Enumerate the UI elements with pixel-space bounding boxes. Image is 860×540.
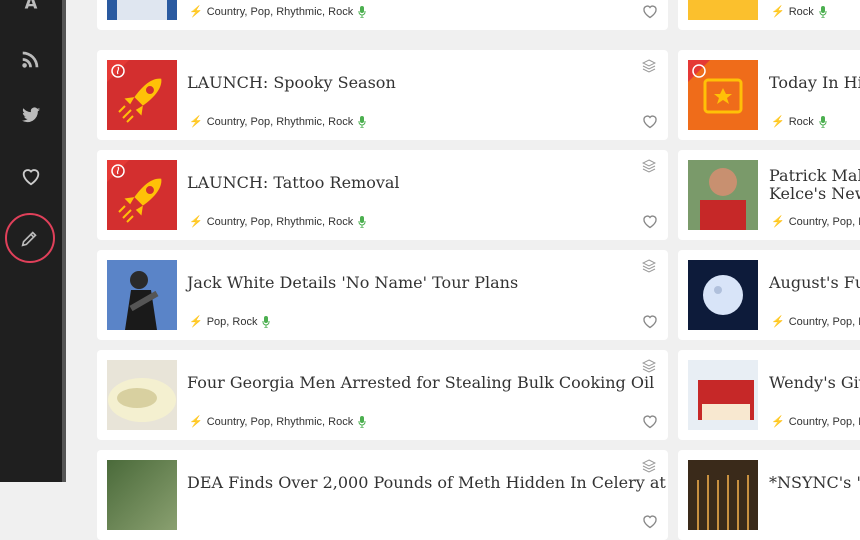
bolt-icon: ⚡	[771, 316, 785, 328]
news-card[interactable]: LAUNCH: Spooky Season ⚡ Country, Pop, Rhyt…	[97, 50, 668, 140]
card-title[interactable]: Four Georgia Men Arrested for Stealing B…	[187, 374, 654, 392]
card-thumbnail[interactable]	[107, 360, 177, 430]
card-thumbnail[interactable]	[107, 60, 177, 130]
favorite-heart-icon[interactable]	[642, 414, 658, 429]
twitter-icon[interactable]	[16, 100, 46, 130]
mic-icon	[358, 415, 366, 428]
sidebar-scrollbar[interactable]	[62, 0, 66, 482]
favorite-heart-icon[interactable]	[642, 4, 658, 19]
mic-icon	[819, 5, 827, 18]
card-genres: ⚡ Country, Pop, Rhythmic, Rock	[189, 415, 366, 428]
card-genres: ⚡ Country, Pop, Rhythmic, Rock	[189, 115, 366, 128]
card-title[interactable]: Wendy's Giv	[769, 374, 860, 392]
news-card[interactable]: Patrick Mah Kelce's New ⚡ Country, Pop, R	[678, 150, 860, 240]
card-thumbnail[interactable]	[107, 0, 177, 20]
news-card[interactable]: Today In His ⚡Rock	[678, 50, 860, 140]
card-thumbnail[interactable]	[107, 160, 177, 230]
card-title[interactable]: Patrick Mah Kelce's New	[769, 167, 860, 203]
favorite-heart-icon[interactable]	[642, 214, 658, 229]
layers-icon[interactable]	[642, 259, 656, 273]
card-thumbnail[interactable]	[688, 160, 758, 230]
bolt-icon: ⚡	[189, 316, 203, 328]
news-card[interactable]: DEA Finds Over 2,000 Pounds of Meth Hidd…	[97, 450, 668, 540]
bolt-icon: ⚡	[189, 216, 203, 228]
card-title[interactable]: LAUNCH: Spooky Season	[187, 74, 396, 92]
card-thumbnail[interactable]	[688, 360, 758, 430]
bolt-icon: ⚡	[771, 6, 785, 18]
news-card[interactable]: Jack White Details 'No Name' Tour Plans ⚡…	[97, 250, 668, 340]
news-card[interactable]: LAUNCH: Tattoo Removal ⚡ Country, Pop, Rhy…	[97, 150, 668, 240]
news-card[interactable]: Vanna⚡Country, Pop, Rhythmic, Rock	[97, 0, 668, 30]
card-genres: ⚡ Country, Pop, Rhythmic, Rock	[189, 5, 366, 18]
card-title[interactable]: LAUNCH: Tattoo Removal	[187, 174, 400, 192]
mic-icon	[358, 115, 366, 128]
card-thumbnail[interactable]	[688, 60, 758, 130]
card-genres: ⚡ Country, Pop, R	[771, 415, 860, 429]
bolt-icon: ⚡	[189, 6, 203, 18]
favorite-heart-icon[interactable]	[642, 314, 658, 329]
news-card[interactable]: Wendy's Giv ⚡ Country, Pop, R	[678, 350, 860, 440]
layers-icon[interactable]	[642, 59, 656, 73]
card-genres: ⚡ Rock	[771, 5, 827, 18]
layers-icon[interactable]	[642, 459, 656, 473]
card-genres: ⚡ Pop, Rock	[189, 315, 270, 328]
pencil-icon[interactable]	[5, 213, 55, 263]
bolt-icon: ⚡	[771, 116, 785, 128]
svg-text:A: A	[25, 0, 38, 13]
news-card[interactable]: Four Georgia Men Arrested for Stealing B…	[97, 350, 668, 440]
card-title[interactable]: Today In His	[769, 74, 860, 92]
card-title[interactable]: Jack White Details 'No Name' Tour Plans	[187, 274, 518, 292]
bolt-icon: ⚡	[771, 216, 785, 228]
card-thumbnail[interactable]	[688, 0, 758, 20]
card-genres: ⚡ Country, Pop, Rhythmic, Rock	[189, 215, 366, 228]
card-thumbnail[interactable]	[107, 460, 177, 530]
favorite-heart-icon[interactable]	[642, 114, 658, 129]
card-genres: ⚡ Country, Pop, R	[771, 215, 860, 229]
card-title[interactable]: August's Fu	[769, 274, 860, 292]
rss-icon[interactable]	[16, 44, 46, 74]
layers-icon[interactable]	[642, 159, 656, 173]
bolt-icon: ⚡	[189, 116, 203, 128]
mic-icon	[819, 115, 827, 128]
mic-icon	[358, 5, 366, 18]
card-genres: ⚡ Country, Pop, R	[771, 315, 860, 329]
mic-icon	[262, 315, 270, 328]
card-thumbnail[interactable]	[688, 460, 758, 530]
mic-icon	[358, 215, 366, 228]
sidebar: A	[0, 0, 62, 482]
layers-icon[interactable]	[642, 359, 656, 373]
favorite-heart-icon[interactable]	[642, 514, 658, 529]
translate-icon[interactable]: A	[16, 0, 46, 18]
heart-icon[interactable]	[16, 161, 46, 191]
news-card[interactable]: *NSYNC's "	[678, 450, 860, 540]
bolt-icon: ⚡	[771, 416, 785, 428]
card-title[interactable]: DEA Finds Over 2,000 Pounds of Meth Hidd…	[187, 474, 666, 492]
news-card[interactable]: ⚡ Rock	[678, 0, 860, 30]
card-thumbnail[interactable]	[107, 260, 177, 330]
card-thumbnail[interactable]	[688, 260, 758, 330]
news-card[interactable]: August's Fu ⚡ Country, Pop, R	[678, 250, 860, 340]
bolt-icon: ⚡	[189, 416, 203, 428]
card-genres: ⚡ Rock	[771, 115, 827, 128]
card-title[interactable]: *NSYNC's "	[769, 474, 860, 492]
